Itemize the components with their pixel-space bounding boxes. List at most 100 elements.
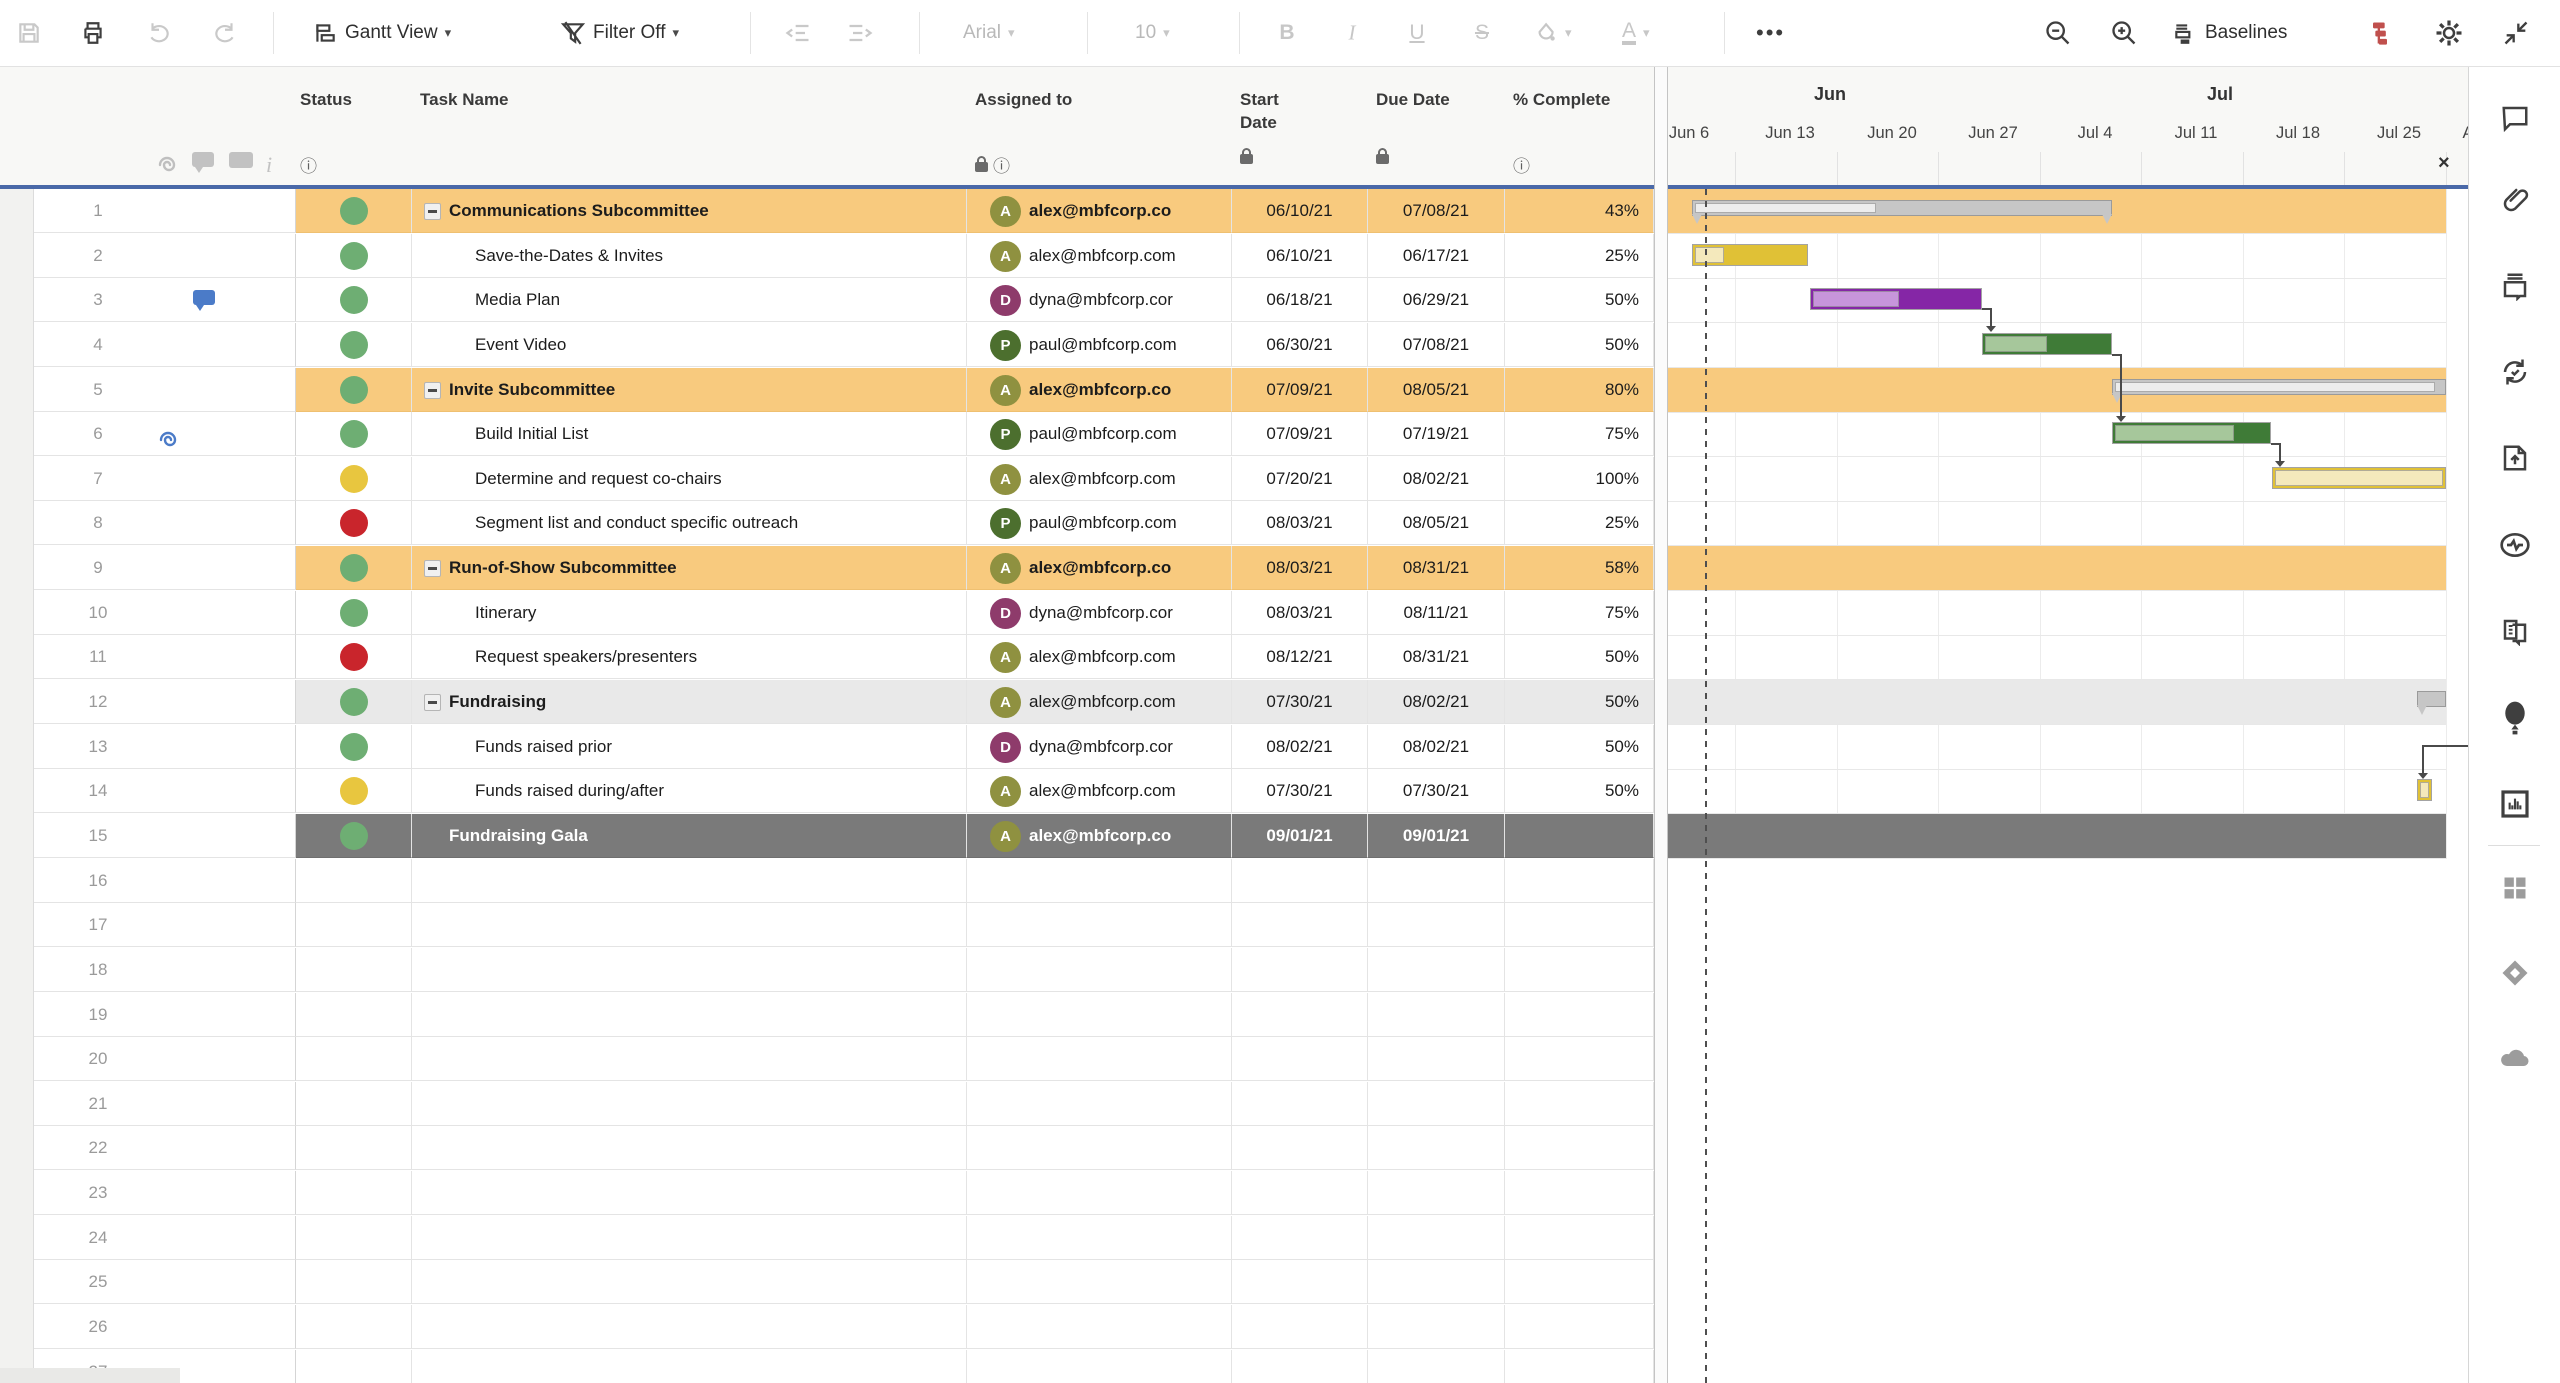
due-date-cell[interactable]: 07/30/21 [1368,769,1505,813]
empty-cell[interactable] [967,1037,1232,1081]
empty-cell[interactable] [967,859,1232,903]
collapse-button[interactable] [424,203,441,220]
sheet-summary-icon[interactable] [2500,616,2530,646]
undo-button[interactable] [146,20,172,46]
empty-cell[interactable] [412,948,967,992]
assigned-cell[interactable]: Aalex@mbfcorp.co [967,189,1232,233]
due-date-cell[interactable]: 08/31/21 [1368,635,1505,679]
empty-cell[interactable] [412,1305,967,1349]
empty-cell[interactable] [1232,1216,1368,1260]
font-family-select[interactable]: Arial ▾ [963,22,1015,44]
empty-cell[interactable] [1505,993,1654,1037]
empty-cell[interactable] [412,1260,967,1304]
empty-cell[interactable] [1232,1350,1368,1383]
row-number-cell[interactable]: 8 [33,501,296,545]
indent-button[interactable] [846,19,874,47]
status-cell[interactable] [296,814,412,858]
empty-cell[interactable] [967,1126,1232,1170]
row-number-cell[interactable]: 6 [33,412,296,456]
empty-cell[interactable] [1368,1305,1505,1349]
due-date-cell[interactable]: 07/19/21 [1368,412,1505,456]
assigned-column-icons[interactable]: ⓘ [975,152,1010,177]
status-cell[interactable] [296,501,412,545]
premium-diamond-icon[interactable] [2500,958,2530,988]
percent-complete-cell[interactable]: 43% [1505,189,1654,233]
due-date-cell[interactable]: 06/17/21 [1368,234,1505,278]
complete-column-header[interactable]: % Complete [1513,88,1618,111]
gantt-summary-bar-row-5[interactable] [2112,379,2446,395]
start-date-column-header[interactable]: Start Date [1240,88,1312,134]
percent-complete-cell[interactable]: 80% [1505,368,1654,412]
due-date-cell[interactable]: 08/05/21 [1368,501,1505,545]
assigned-cell[interactable]: Aalex@mbfcorp.com [967,457,1232,501]
task-name-cell[interactable]: Fundraising [412,680,967,724]
start-date-column-icons[interactable] [1240,152,1253,162]
task-name-cell[interactable]: Funds raised prior [412,725,967,769]
empty-cell[interactable] [1505,1082,1654,1126]
status-cell[interactable] [296,546,412,590]
empty-cell[interactable] [296,948,412,992]
underline-button[interactable]: U [1402,21,1432,45]
font-size-select[interactable]: 10 ▾ [1135,22,1170,44]
outdent-button[interactable] [784,19,812,47]
assigned-cell[interactable]: Ddyna@mbfcorp.cor [967,591,1232,635]
empty-cell[interactable] [1505,1171,1654,1215]
empty-cell[interactable] [412,1126,967,1170]
gantt-summary-bar-row-1[interactable] [1692,200,2112,216]
due-date-column-header[interactable]: Due Date [1376,88,1486,111]
percent-complete-cell[interactable]: 50% [1505,323,1654,367]
start-date-cell[interactable]: 06/30/21 [1232,323,1368,367]
grid-gantt-splitter[interactable] [1654,66,1668,1383]
start-date-cell[interactable]: 07/20/21 [1232,457,1368,501]
empty-cell[interactable] [296,1037,412,1081]
empty-cell[interactable] [296,859,412,903]
task-name-cell[interactable]: Event Video [412,323,967,367]
attachments-column-header[interactable] [155,152,179,176]
row-number-cell[interactable]: 7 [33,457,296,501]
empty-cell[interactable] [967,1216,1232,1260]
task-name-cell[interactable]: Itinerary [412,591,967,635]
task-name-cell[interactable]: Build Initial List [412,412,967,456]
due-date-cell[interactable]: 08/02/21 [1368,457,1505,501]
smartsheet-labs-icon[interactable] [2500,701,2530,735]
task-name-cell[interactable]: Save-the-Dates & Invites [412,234,967,278]
empty-cell[interactable] [1505,1126,1654,1170]
row-number-cell[interactable]: 23 [33,1171,296,1215]
percent-complete-cell[interactable]: 58% [1505,546,1654,590]
status-column-header[interactable]: Status [300,88,352,111]
empty-cell[interactable] [412,1082,967,1126]
empty-cell[interactable] [296,1305,412,1349]
task-name-cell[interactable]: Communications Subcommittee [412,189,967,233]
assigned-cell[interactable]: Aalex@mbfcorp.com [967,635,1232,679]
empty-cell[interactable] [1368,1216,1505,1260]
row-number-cell[interactable]: 5 [33,368,296,412]
percent-complete-cell[interactable]: 75% [1505,591,1654,635]
empty-cell[interactable] [1232,1037,1368,1081]
bold-button[interactable]: B [1272,21,1302,45]
empty-cell[interactable] [967,948,1232,992]
row-number-cell[interactable]: 25 [33,1260,296,1304]
empty-cell[interactable] [412,903,967,947]
empty-cell[interactable] [1368,859,1505,903]
assigned-column-header[interactable]: Assigned to [975,88,1072,111]
start-date-cell[interactable]: 08/03/21 [1232,501,1368,545]
status-cell[interactable] [296,769,412,813]
status-cell[interactable] [296,189,412,233]
assigned-cell[interactable]: Ppaul@mbfcorp.com [967,501,1232,545]
gantt-task-bar-row-7[interactable] [2272,467,2446,489]
task-name-cell[interactable]: Run-of-Show Subcommittee [412,546,967,590]
task-name-cell[interactable]: Funds raised during/after [412,769,967,813]
task-name-cell[interactable]: Media Plan [412,278,967,322]
row-number-cell[interactable]: 4 [33,323,296,367]
start-date-cell[interactable]: 09/01/21 [1232,814,1368,858]
row-comment-icon[interactable] [193,290,215,305]
percent-complete-cell[interactable]: 50% [1505,635,1654,679]
empty-cell[interactable] [296,1082,412,1126]
empty-cell[interactable] [412,1350,967,1383]
due-date-cell[interactable]: 06/29/21 [1368,278,1505,322]
start-date-cell[interactable]: 08/12/21 [1232,635,1368,679]
empty-cell[interactable] [296,903,412,947]
empty-cell[interactable] [296,1260,412,1304]
start-date-cell[interactable]: 08/03/21 [1232,591,1368,635]
apps-grid-icon[interactable] [2501,874,2529,902]
